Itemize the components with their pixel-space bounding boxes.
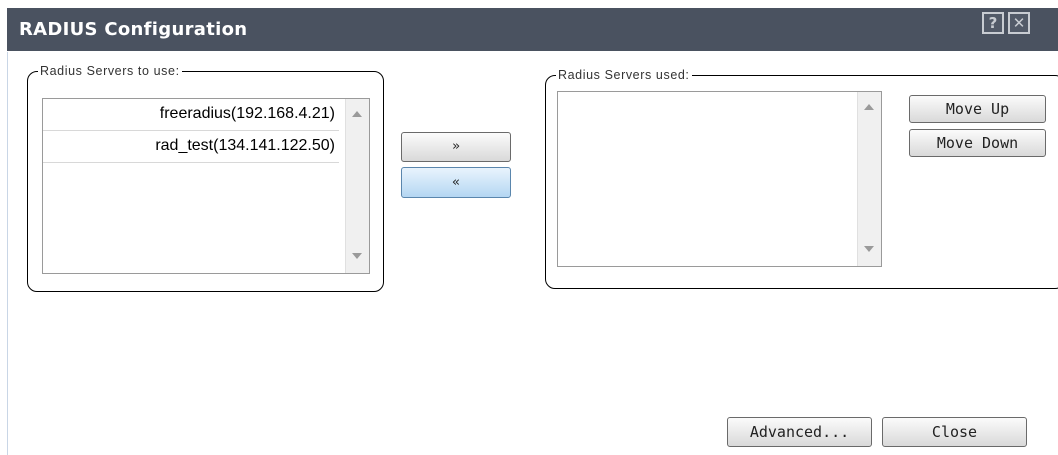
- scroll-down-icon[interactable]: [864, 246, 874, 252]
- close-button[interactable]: Close: [882, 417, 1027, 447]
- list-item[interactable]: rad_test(134.141.122.50): [43, 131, 339, 163]
- scroll-down-icon[interactable]: [352, 253, 362, 259]
- remove-server-button[interactable]: «: [401, 167, 511, 198]
- dialog-left-border: [7, 52, 8, 455]
- add-server-button[interactable]: »: [401, 132, 511, 162]
- available-servers-scrollbar[interactable]: [345, 99, 369, 273]
- window-title: RADIUS Configuration: [19, 19, 248, 40]
- move-down-button[interactable]: Move Down: [909, 129, 1046, 157]
- used-servers-list[interactable]: [557, 91, 882, 267]
- title-bar-background: RADIUS Configuration: [7, 8, 1058, 51]
- used-servers-legend: Radius Servers used:: [558, 68, 690, 82]
- move-up-button[interactable]: Move Up: [909, 95, 1046, 123]
- scroll-up-icon[interactable]: [352, 111, 362, 117]
- available-servers-list[interactable]: freeradius(192.168.4.21) rad_test(134.14…: [42, 98, 370, 274]
- title-bar: RADIUS Configuration ? ✕: [0, 0, 1058, 52]
- used-servers-scrollbar[interactable]: [857, 92, 881, 266]
- advanced-button[interactable]: Advanced...: [727, 417, 872, 447]
- help-icon[interactable]: ?: [982, 12, 1004, 34]
- scroll-up-icon[interactable]: [864, 104, 874, 110]
- close-icon[interactable]: ✕: [1008, 12, 1030, 34]
- list-item[interactable]: freeradius(192.168.4.21): [43, 99, 339, 131]
- available-servers-legend: Radius Servers to use:: [40, 64, 180, 78]
